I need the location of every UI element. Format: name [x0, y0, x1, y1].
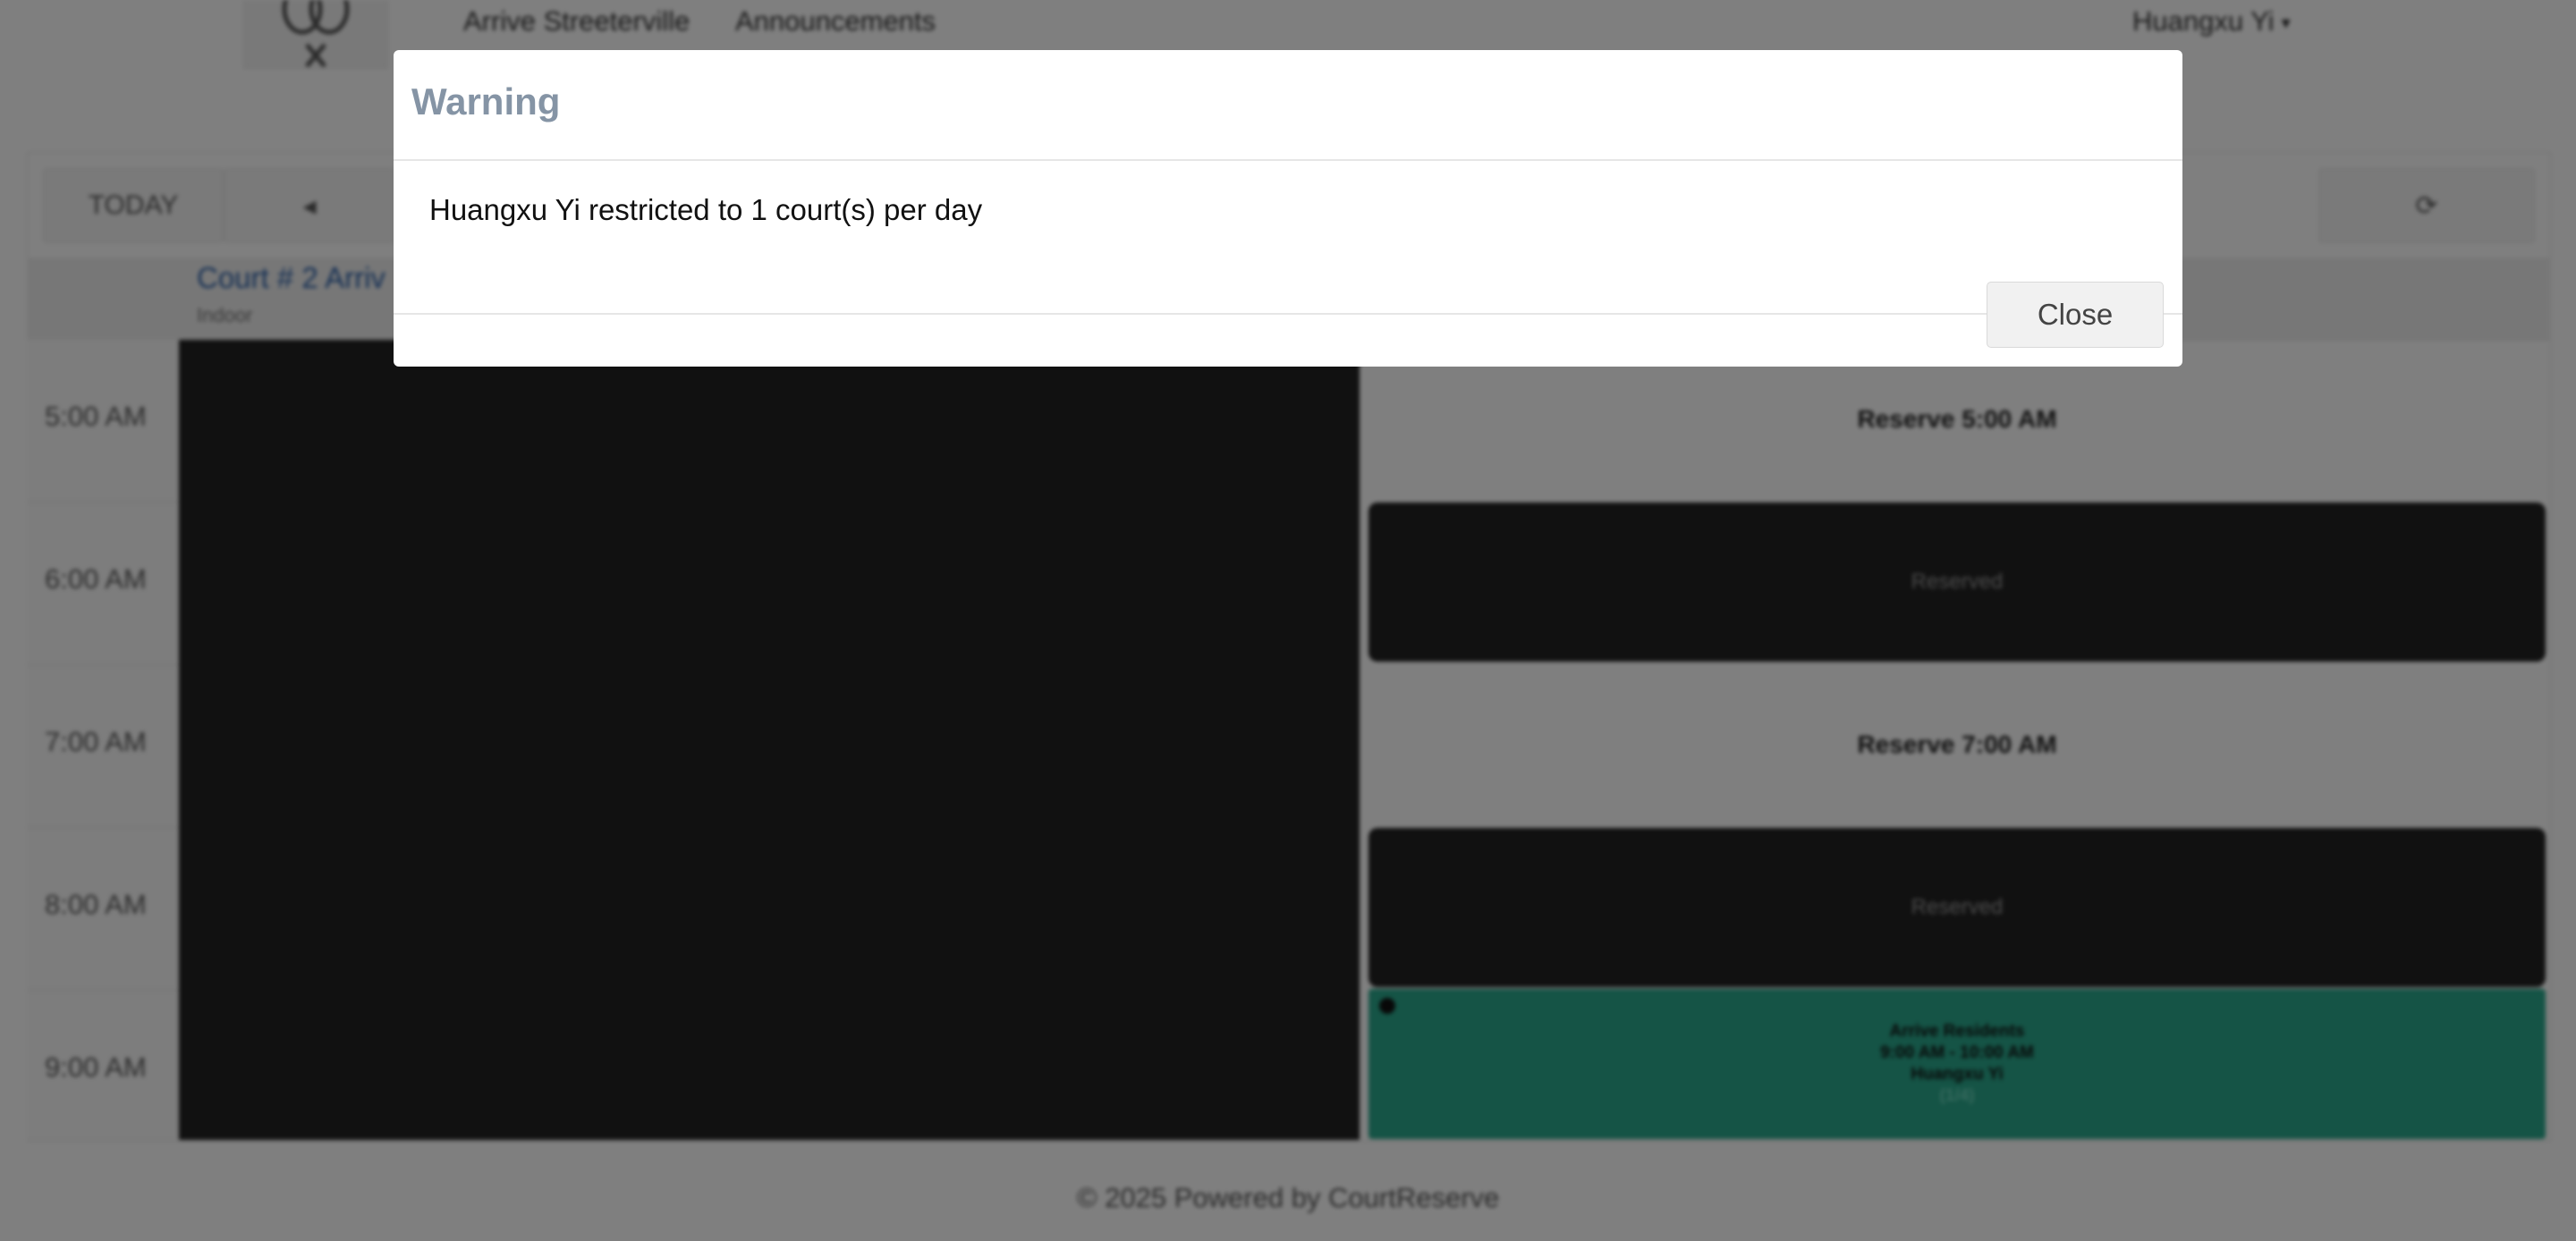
- dialog-body: [394, 161, 2182, 315]
- close-button[interactable]: Close: [1987, 282, 2164, 348]
- dialog-title: Warning: [411, 80, 561, 122]
- dialog-message: Huangxu Yi restricted to 1 court(s) per …: [429, 193, 983, 226]
- warning-dialog: Warning Huangxu Yi restricted to 1 court…: [394, 50, 2182, 367]
- dialog-header: Warning: [394, 50, 2182, 161]
